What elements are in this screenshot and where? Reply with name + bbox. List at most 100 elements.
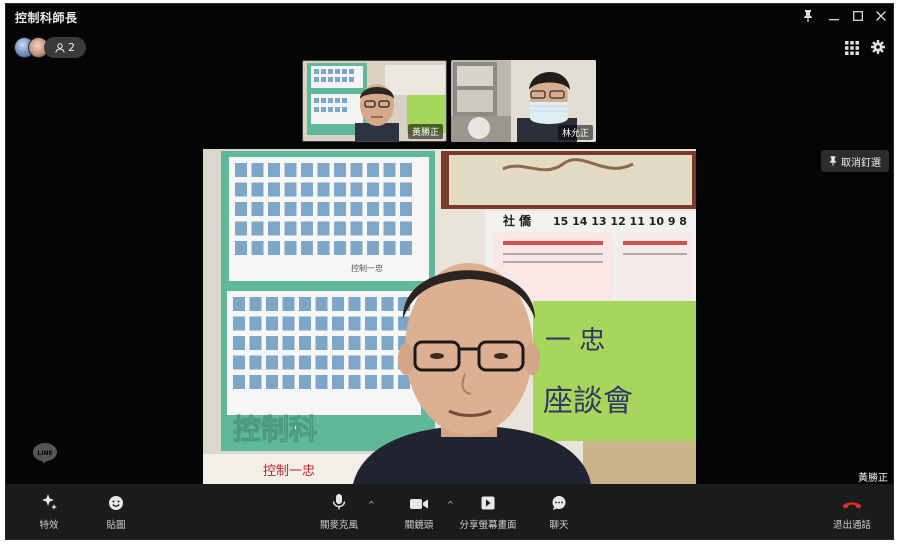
call-window: 控制科師長 2 黃勝正 林允正 控制一忠 控制科 控制一忠 社 僑 15 14 … xyxy=(5,3,894,540)
participant-thumbnail-lin[interactable]: 林允正 xyxy=(451,60,596,142)
student-photo xyxy=(249,355,262,370)
maximize-icon xyxy=(853,11,863,21)
student-photo xyxy=(284,163,297,177)
student-photo xyxy=(383,163,396,177)
leave-call-button[interactable]: 退出通話 xyxy=(828,484,876,539)
smiley-icon xyxy=(108,484,124,514)
grid-view-button[interactable] xyxy=(845,40,859,55)
student-photo xyxy=(299,336,311,350)
camera-button[interactable]: ^ 關鏡頭 xyxy=(395,484,454,539)
sticker-label: 貼圖 xyxy=(106,520,126,531)
student-photo xyxy=(282,375,295,389)
student-photo xyxy=(332,297,344,311)
pin-icon xyxy=(804,10,812,22)
sticker-button[interactable]: 貼圖 xyxy=(101,484,131,539)
student-photo xyxy=(301,182,313,197)
student-photo xyxy=(350,221,363,236)
line-logo-icon: LINE xyxy=(32,442,58,464)
pin-window-button[interactable] xyxy=(799,7,817,25)
calendar-numbers: 15 14 13 12 11 10 9 8 xyxy=(553,215,687,228)
student-photo xyxy=(299,297,311,311)
student-photo xyxy=(348,297,361,311)
student-photo xyxy=(317,182,330,197)
student-photo xyxy=(367,221,379,236)
student-photo xyxy=(381,355,394,370)
chevron-up-icon[interactable]: ^ xyxy=(447,500,454,509)
student-photo xyxy=(383,202,396,216)
student-photo xyxy=(400,182,412,197)
participant-count: 2 xyxy=(68,41,75,54)
student-photo xyxy=(367,163,379,177)
pin-icon xyxy=(829,156,837,166)
effects-button[interactable]: 特效 xyxy=(34,484,64,539)
student-photo xyxy=(301,163,313,177)
student-photo xyxy=(383,221,396,236)
share-screen-button[interactable]: 分享螢幕畫面 xyxy=(454,484,522,539)
student-photo xyxy=(381,375,394,389)
participant-name: 林允正 xyxy=(557,125,593,140)
participant-thumbnail-huang[interactable]: 黃勝正 xyxy=(302,60,447,142)
student-photo xyxy=(284,182,297,197)
maximize-button[interactable] xyxy=(849,7,867,25)
student-photo xyxy=(334,202,346,216)
user-icon xyxy=(55,42,65,53)
student-photo xyxy=(299,355,311,370)
student-photo xyxy=(334,221,346,236)
student-photo xyxy=(235,221,247,236)
student-photo xyxy=(268,163,280,177)
student-photo xyxy=(268,202,280,216)
microphone-button[interactable]: ^ 關麥克風 xyxy=(315,484,375,539)
student-photo xyxy=(334,241,346,255)
chat-button[interactable]: 聊天 xyxy=(544,484,574,539)
student-photo xyxy=(400,163,412,177)
student-photo xyxy=(350,202,363,216)
gear-icon xyxy=(871,40,885,54)
student-photo xyxy=(315,355,328,370)
student-photo xyxy=(317,241,330,255)
student-photo xyxy=(317,221,330,236)
student-photo xyxy=(266,355,278,370)
student-photo xyxy=(367,182,379,197)
student-photo xyxy=(251,182,264,197)
student-photo xyxy=(282,297,295,311)
student-photo xyxy=(400,221,412,236)
minimize-button[interactable] xyxy=(825,7,843,25)
student-photo xyxy=(381,316,394,331)
participant-count-button[interactable]: 2 xyxy=(44,37,86,58)
student-photo xyxy=(348,375,361,389)
share-screen-label: 分享螢幕畫面 xyxy=(459,520,517,531)
unpin-button[interactable]: 取消釘選 xyxy=(821,150,889,172)
chat-label: 聊天 xyxy=(549,520,569,531)
share-screen-icon xyxy=(480,484,496,514)
calendar-text: 社 僑 xyxy=(502,213,532,228)
main-video[interactable]: 控制一忠 控制科 控制一忠 社 僑 15 14 13 12 11 10 9 8 … xyxy=(203,149,696,484)
student-photo xyxy=(249,297,262,311)
student-photo xyxy=(251,221,264,236)
student-photo xyxy=(301,202,313,216)
student-photo xyxy=(282,336,295,350)
student-photo xyxy=(284,241,297,255)
student-photo xyxy=(233,297,245,311)
participant-name: 黃勝正 xyxy=(407,124,443,139)
student-photo xyxy=(301,221,313,236)
student-photo xyxy=(315,316,328,331)
student-photo xyxy=(348,355,361,370)
poster-title: 控制科 xyxy=(233,413,317,446)
student-photo xyxy=(367,202,379,216)
student-photo xyxy=(365,375,377,389)
student-photo xyxy=(249,375,262,389)
student-photo xyxy=(282,316,295,331)
student-photo xyxy=(268,182,280,197)
main-speaker-name: 黃勝正 xyxy=(858,473,888,484)
call-toolbar: 特效 貼圖 ^ 關麥克風 ^ 關鏡頭 分享螢幕畫面 聊天 退出通話 xyxy=(6,484,893,539)
student-photo xyxy=(233,355,245,370)
camera-label: 關鏡頭 xyxy=(404,520,434,531)
title-bar: 控制科師長 xyxy=(6,4,893,30)
chevron-up-icon[interactable]: ^ xyxy=(368,500,375,509)
svg-text:LINE: LINE xyxy=(37,450,52,457)
close-button[interactable] xyxy=(872,7,890,25)
settings-button[interactable] xyxy=(870,39,886,55)
student-photo xyxy=(284,221,297,236)
student-photo xyxy=(233,316,245,331)
student-photo xyxy=(251,241,264,255)
